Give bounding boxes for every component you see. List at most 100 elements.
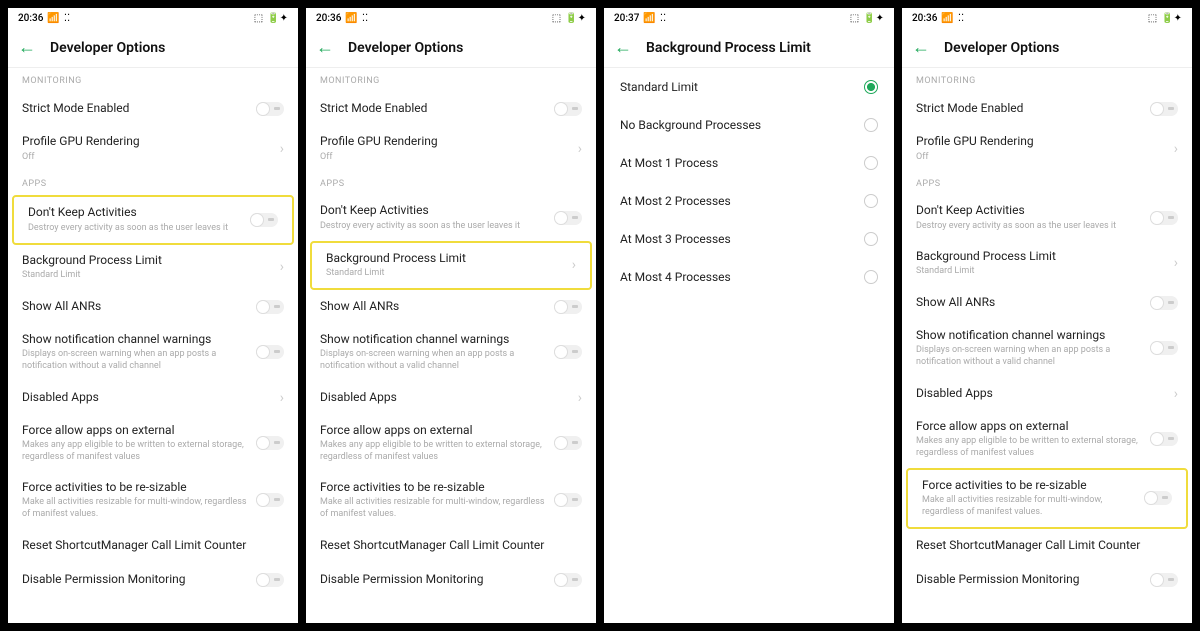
title-bar: ← Developer Options: [306, 28, 596, 68]
title-bar: ← Developer Options: [902, 28, 1192, 68]
setting-row[interactable]: Reset ShortcutManager Call Limit Counter: [306, 529, 596, 563]
toggle-switch[interactable]: [256, 493, 284, 507]
setting-row[interactable]: Don't Keep Activities Destroy every acti…: [12, 195, 294, 244]
setting-row-subtitle: Makes any app eligible to be written to …: [320, 440, 554, 463]
toggle-switch[interactable]: [554, 493, 582, 507]
back-arrow-icon[interactable]: ←: [614, 37, 632, 58]
signal-icon: 📶: [643, 13, 655, 24]
network-icon: ⁚⁚: [362, 13, 368, 24]
radio-option[interactable]: Standard Limit: [604, 68, 894, 106]
setting-row[interactable]: Force activities to be re-sizable Make a…: [906, 468, 1188, 529]
toggle-switch[interactable]: [1150, 296, 1178, 310]
toggle-switch[interactable]: [554, 436, 582, 450]
setting-row[interactable]: Reset ShortcutManager Call Limit Counter: [8, 529, 298, 563]
radio-button[interactable]: [864, 270, 878, 284]
settings-content: MONITORING Strict Mode Enabled Profile G…: [902, 68, 1192, 623]
radio-button[interactable]: [864, 194, 878, 208]
setting-row-title: Strict Mode Enabled: [320, 101, 554, 117]
phone-screenshot: 20:36 📶 ⁚⁚ ⬚ 🔋✦ ← Developer Options MONI…: [902, 8, 1192, 623]
radio-option-label: At Most 1 Process: [620, 156, 718, 170]
radio-button[interactable]: [864, 156, 878, 170]
toggle-switch[interactable]: [256, 436, 284, 450]
setting-row[interactable]: Reset ShortcutManager Call Limit Counter: [902, 529, 1192, 563]
radio-button[interactable]: [864, 80, 878, 94]
back-arrow-icon[interactable]: ←: [18, 37, 36, 58]
toggle-switch[interactable]: [256, 573, 284, 587]
setting-row-subtitle: Off: [22, 152, 274, 164]
status-bar: 20:37 📶 ⁚⁚ ⬚ 🔋✦: [604, 8, 894, 28]
setting-row[interactable]: Force activities to be re-sizable Make a…: [8, 472, 298, 529]
setting-row[interactable]: Profile GPU Rendering Off ›: [902, 126, 1192, 171]
section-header: APPS: [306, 171, 596, 195]
setting-row[interactable]: Strict Mode Enabled: [8, 92, 298, 126]
toggle-switch[interactable]: [1150, 102, 1178, 116]
toggle-switch[interactable]: [1150, 211, 1178, 225]
setting-row[interactable]: Strict Mode Enabled: [902, 92, 1192, 126]
setting-row[interactable]: Disable Permission Monitoring: [902, 563, 1192, 597]
setting-row[interactable]: Background Process Limit Standard Limit …: [8, 245, 298, 290]
setting-row[interactable]: Disabled Apps ›: [306, 381, 596, 415]
setting-row-title: Force allow apps on external: [916, 419, 1150, 435]
setting-row[interactable]: Show notification channel warnings Displ…: [306, 324, 596, 381]
back-arrow-icon[interactable]: ←: [316, 37, 334, 58]
toggle-switch[interactable]: [1150, 432, 1178, 446]
setting-row[interactable]: Disable Permission Monitoring: [8, 563, 298, 597]
setting-row[interactable]: Profile GPU Rendering Off ›: [306, 126, 596, 171]
toggle-switch[interactable]: [554, 300, 582, 314]
setting-row[interactable]: Show notification channel warnings Displ…: [902, 320, 1192, 377]
setting-row[interactable]: Force activities to be re-sizable Make a…: [306, 472, 596, 529]
setting-row[interactable]: Force allow apps on external Makes any a…: [306, 415, 596, 472]
radio-option-label: At Most 2 Processes: [620, 194, 731, 208]
radio-option[interactable]: At Most 4 Processes: [604, 258, 894, 296]
toggle-switch[interactable]: [1150, 341, 1178, 355]
back-arrow-icon[interactable]: ←: [912, 37, 930, 58]
section-header: APPS: [8, 171, 298, 195]
setting-row-title: Show notification channel warnings: [320, 332, 554, 348]
toggle-switch[interactable]: [554, 102, 582, 116]
radio-button[interactable]: [864, 118, 878, 132]
radio-option[interactable]: No Background Processes: [604, 106, 894, 144]
title-bar: ← Developer Options: [8, 28, 298, 68]
setting-row[interactable]: Show notification channel warnings Displ…: [8, 324, 298, 381]
setting-row[interactable]: Show All ANRs: [306, 290, 596, 324]
setting-row[interactable]: Disable Permission Monitoring: [306, 563, 596, 597]
setting-row[interactable]: Background Process Limit Standard Limit …: [310, 241, 592, 290]
setting-row-subtitle: Makes any app eligible to be written to …: [22, 440, 256, 463]
radio-option[interactable]: At Most 1 Process: [604, 144, 894, 182]
setting-row[interactable]: Disabled Apps ›: [902, 377, 1192, 411]
setting-row[interactable]: Strict Mode Enabled: [306, 92, 596, 126]
status-time: 20:36: [18, 13, 43, 24]
battery-icon: 🔋✦: [863, 13, 884, 24]
toggle-switch[interactable]: [1144, 491, 1172, 505]
setting-row-title: Disabled Apps: [916, 386, 1168, 402]
setting-row[interactable]: Show All ANRs: [8, 290, 298, 324]
toggle-switch[interactable]: [250, 213, 278, 227]
signal-icon: 📶: [941, 13, 953, 24]
setting-row[interactable]: Profile GPU Rendering Off ›: [8, 126, 298, 171]
setting-row[interactable]: Show All ANRs: [902, 286, 1192, 320]
toggle-switch[interactable]: [554, 211, 582, 225]
setting-row[interactable]: Don't Keep Activities Destroy every acti…: [306, 195, 596, 240]
setting-row[interactable]: Force allow apps on external Makes any a…: [902, 411, 1192, 468]
phone-screenshot: 20:37 📶 ⁚⁚ ⬚ 🔋✦ ← Background Process Lim…: [604, 8, 894, 623]
radio-button[interactable]: [864, 232, 878, 246]
setting-row[interactable]: Disabled Apps ›: [8, 381, 298, 415]
toggle-switch[interactable]: [554, 573, 582, 587]
toggle-switch[interactable]: [256, 300, 284, 314]
setting-row-title: Reset ShortcutManager Call Limit Counter: [916, 538, 1178, 554]
toggle-switch[interactable]: [256, 102, 284, 116]
network-icon: ⁚⁚: [660, 13, 666, 24]
battery-icon: 🔋✦: [1161, 13, 1182, 24]
radio-option[interactable]: At Most 3 Processes: [604, 220, 894, 258]
toggle-switch[interactable]: [1150, 573, 1178, 587]
setting-row[interactable]: Don't Keep Activities Destroy every acti…: [902, 195, 1192, 240]
radio-option[interactable]: At Most 2 Processes: [604, 182, 894, 220]
setting-row-title: Show notification channel warnings: [916, 328, 1150, 344]
setting-row[interactable]: Force allow apps on external Makes any a…: [8, 415, 298, 472]
title-bar: ← Background Process Limit: [604, 28, 894, 68]
toggle-switch[interactable]: [554, 345, 582, 359]
setting-row-title: Disable Permission Monitoring: [320, 572, 554, 588]
setting-row[interactable]: Background Process Limit Standard Limit …: [902, 241, 1192, 286]
toggle-switch[interactable]: [256, 345, 284, 359]
options-content: Standard Limit No Background Processes A…: [604, 68, 894, 623]
